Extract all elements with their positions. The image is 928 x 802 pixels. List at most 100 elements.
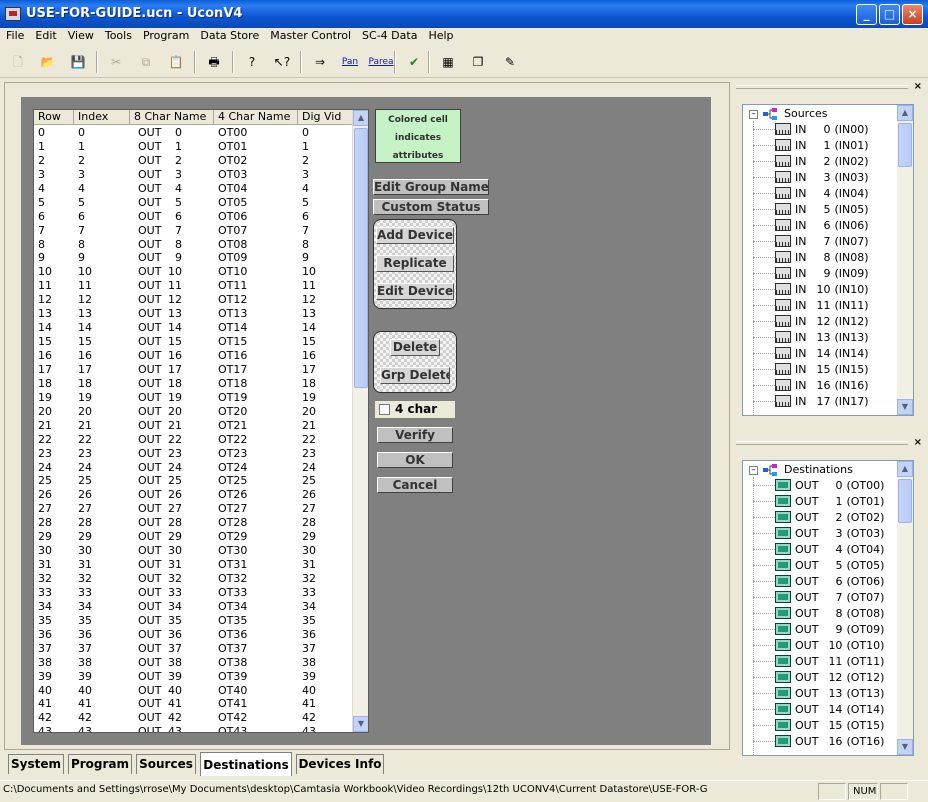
cell-4-char-name[interactable]: OT22 [214, 433, 298, 447]
cell-4-char-name[interactable]: OT24 [214, 461, 298, 475]
table-row[interactable]: 3 3 OUT 3 OT03 3 [34, 168, 354, 182]
verify-checkmark-icon[interactable]: ✔ [404, 52, 424, 72]
cell-index[interactable]: 40 [74, 684, 130, 698]
cell-dig-vid[interactable]: 41 [298, 697, 354, 711]
cell-row[interactable]: 0 [34, 126, 74, 140]
cell-row[interactable]: 22 [34, 433, 74, 447]
cell-8-char-name[interactable]: OUT 35 [130, 614, 214, 628]
tab-system[interactable]: System [8, 754, 64, 774]
cell-4-char-name[interactable]: OT07 [214, 224, 298, 238]
table-row[interactable]: 27 27 OUT 27 OT27 27 [34, 502, 354, 516]
cell-8-char-name[interactable]: OUT 29 [130, 530, 214, 544]
cell-index[interactable]: 8 [74, 238, 130, 252]
header-row[interactable]: Row [34, 110, 74, 125]
cell-8-char-name[interactable]: OUT 13 [130, 307, 214, 321]
cell-index[interactable]: 22 [74, 433, 130, 447]
cell-index[interactable]: 10 [74, 265, 130, 279]
cell-dig-vid[interactable]: 25 [298, 474, 354, 488]
cell-4-char-name[interactable]: OT31 [214, 558, 298, 572]
table-row[interactable]: 25 25 OUT 25 OT25 25 [34, 474, 354, 488]
cell-row[interactable]: 7 [34, 224, 74, 238]
cell-8-char-name[interactable]: OUT 4 [130, 182, 214, 196]
menu-view[interactable]: View [62, 28, 99, 42]
cell-8-char-name[interactable]: OUT 34 [130, 600, 214, 614]
windows-stack-icon[interactable]: ❐ [468, 52, 488, 72]
cell-index[interactable]: 27 [74, 502, 130, 516]
table-row[interactable]: 6 6 OUT 6 OT06 6 [34, 210, 354, 224]
table-row[interactable]: 16 16 OUT 16 OT16 16 [34, 349, 354, 363]
cell-row[interactable]: 41 [34, 697, 74, 711]
cell-4-char-name[interactable]: OT39 [214, 670, 298, 684]
context-help-icon[interactable]: ↖? [272, 52, 292, 72]
cell-dig-vid[interactable]: 4 [298, 182, 354, 196]
header-8-char-name[interactable]: 8 Char Name [130, 110, 214, 125]
cell-dig-vid[interactable]: 11 [298, 279, 354, 293]
scroll-up-icon[interactable]: ▲ [897, 461, 913, 477]
cell-4-char-name[interactable]: OT11 [214, 279, 298, 293]
cell-4-char-name[interactable]: OT40 [214, 684, 298, 698]
export-document-icon[interactable]: ⇒ [310, 52, 330, 72]
table-row[interactable]: 39 39 OUT 39 OT39 39 [34, 670, 354, 684]
cell-8-char-name[interactable]: OUT 41 [130, 697, 214, 711]
cell-index[interactable]: 35 [74, 614, 130, 628]
cell-dig-vid[interactable]: 38 [298, 656, 354, 670]
cell-8-char-name[interactable]: OUT 42 [130, 711, 214, 725]
cell-row[interactable]: 11 [34, 279, 74, 293]
cell-4-char-name[interactable]: OT36 [214, 628, 298, 642]
cell-4-char-name[interactable]: OT29 [214, 530, 298, 544]
sources-tree[interactable]: – Sources IN 0 (IN00) IN 1 (IN01) IN 2 (IN02) IN 3… [742, 104, 914, 416]
cell-dig-vid[interactable]: 27 [298, 502, 354, 516]
cell-row[interactable]: 14 [34, 321, 74, 335]
tab-devices-info[interactable]: Devices Info [296, 754, 384, 774]
cell-dig-vid[interactable]: 7 [298, 224, 354, 238]
table-row[interactable]: 38 38 OUT 38 OT38 38 [34, 656, 354, 670]
cell-4-char-name[interactable]: OT02 [214, 154, 298, 168]
table-row[interactable]: 15 15 OUT 15 OT15 15 [34, 335, 354, 349]
open-folder-icon[interactable]: 📂 [38, 52, 58, 72]
table-row[interactable]: 35 35 OUT 35 OT35 35 [34, 614, 354, 628]
cell-row[interactable]: 20 [34, 405, 74, 419]
cell-4-char-name[interactable]: OT05 [214, 196, 298, 210]
table-row[interactable]: 28 28 OUT 28 OT28 28 [34, 516, 354, 530]
cell-4-char-name[interactable]: OT38 [214, 656, 298, 670]
cell-4-char-name[interactable]: OT30 [214, 544, 298, 558]
table-row[interactable]: 24 24 OUT 24 OT24 24 [34, 461, 354, 475]
cell-4-char-name[interactable]: OT28 [214, 516, 298, 530]
cell-index[interactable]: 19 [74, 391, 130, 405]
delete-button[interactable]: Delete [390, 339, 440, 356]
table-row[interactable]: 36 36 OUT 36 OT36 36 [34, 628, 354, 642]
printer-icon[interactable]: 🖶 [204, 52, 224, 72]
cell-4-char-name[interactable]: OT20 [214, 405, 298, 419]
cell-4-char-name[interactable]: OT19 [214, 391, 298, 405]
cell-row[interactable]: 26 [34, 488, 74, 502]
cell-dig-vid[interactable]: 0 [298, 126, 354, 140]
cell-index[interactable]: 0 [74, 126, 130, 140]
table-row[interactable]: 17 17 OUT 17 OT17 17 [34, 363, 354, 377]
cell-8-char-name[interactable]: OUT 5 [130, 196, 214, 210]
maximize-button[interactable]: □ [879, 4, 900, 25]
table-row[interactable]: 37 37 OUT 37 OT37 37 [34, 642, 354, 656]
cell-index[interactable]: 39 [74, 670, 130, 684]
cell-4-char-name[interactable]: OT14 [214, 321, 298, 335]
cell-index[interactable]: 25 [74, 474, 130, 488]
cell-dig-vid[interactable]: 37 [298, 642, 354, 656]
cell-8-char-name[interactable]: OUT 7 [130, 224, 214, 238]
destinations-grid[interactable]: Row Index 8 Char Name 4 Char Name Dig Vi… [33, 109, 369, 733]
cell-8-char-name[interactable]: OUT 37 [130, 642, 214, 656]
cell-8-char-name[interactable]: OUT 9 [130, 251, 214, 265]
cell-index[interactable]: 7 [74, 224, 130, 238]
cell-index[interactable]: 6 [74, 210, 130, 224]
cell-8-char-name[interactable]: OUT 24 [130, 461, 214, 475]
cell-8-char-name[interactable]: OUT 17 [130, 363, 214, 377]
cell-dig-vid[interactable]: 6 [298, 210, 354, 224]
cell-index[interactable]: 1 [74, 140, 130, 154]
tab-sources[interactable]: Sources [136, 754, 196, 774]
checkbox-box[interactable] [379, 404, 390, 415]
cell-row[interactable]: 35 [34, 614, 74, 628]
table-row[interactable]: 8 8 OUT 8 OT08 8 [34, 238, 354, 252]
cell-row[interactable]: 10 [34, 265, 74, 279]
table-row[interactable]: 32 32 OUT 32 OT32 32 [34, 572, 354, 586]
table-row[interactable]: 10 10 OUT 10 OT10 10 [34, 265, 354, 279]
cell-4-char-name[interactable]: OT33 [214, 586, 298, 600]
panel-grip[interactable] [736, 85, 908, 89]
